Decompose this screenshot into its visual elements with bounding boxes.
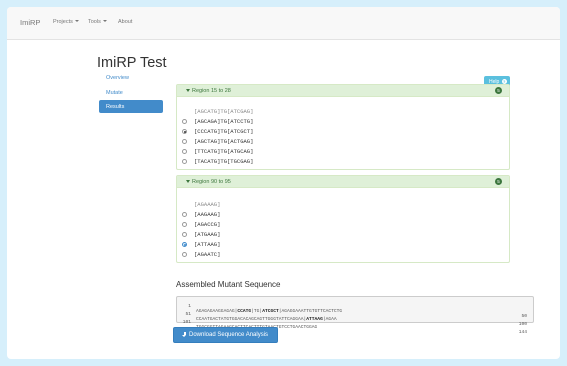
- option-radio[interactable]: [182, 139, 187, 144]
- panel-title-text: Region 90 to 95: [192, 179, 231, 185]
- option-sequence: [AAGAAG]: [194, 211, 221, 218]
- brand-logo[interactable]: ImiRP: [20, 18, 40, 27]
- line-end: 144: [518, 330, 527, 335]
- sidebar-item-results[interactable]: Results: [99, 100, 163, 113]
- app-frame: ImiRP Projects Tools About ImiRP Test Ov…: [7, 7, 560, 359]
- option-radio[interactable]: [182, 129, 187, 134]
- panel-title: Region 15 to 28: [186, 88, 231, 94]
- download-icon: [182, 332, 187, 337]
- panel-title-text: Region 15 to 28: [192, 88, 231, 94]
- panel-header[interactable]: Region 90 to 95 5: [177, 176, 509, 188]
- download-sequence-analysis-button[interactable]: Download Sequence Analysis: [173, 327, 278, 343]
- region-panel: Region 90 to 95 5 [AGAAAG] [AAGAAG] [AGA…: [176, 175, 510, 263]
- option-count-badge: 5: [495, 178, 502, 185]
- option-sequence: [ATGAAG]: [194, 231, 221, 238]
- nav-tools[interactable]: Tools: [88, 19, 107, 25]
- nav-about[interactable]: About: [118, 19, 132, 25]
- option-radio[interactable]: [182, 212, 187, 217]
- option-sequence: [CCCATG]TG[ATCGCT]: [194, 128, 254, 135]
- option-radio[interactable]: [182, 222, 187, 227]
- option-radio[interactable]: [182, 232, 187, 237]
- option-radio[interactable]: [182, 119, 187, 124]
- nav-projects-label: Projects: [53, 19, 73, 25]
- sidebar-item-overview[interactable]: Overview: [99, 71, 163, 84]
- assembled-sequence-title: Assembled Mutant Sequence: [176, 280, 281, 289]
- option-sequence: [AGCAGA]TG[ATCCTG]: [194, 118, 254, 125]
- option-sequence: [AGCTAG]TG[ACTGAG]: [194, 138, 254, 145]
- option-radio[interactable]: [182, 149, 187, 154]
- line-start: 101: [182, 320, 191, 325]
- original-sequence: [AGAAAG]: [194, 201, 221, 208]
- option-radio[interactable]: [182, 252, 187, 257]
- original-sequence: [AGCATG]TG[ATCGAG]: [194, 108, 254, 115]
- chevron-down-icon: [74, 20, 79, 22]
- panel-title: Region 90 to 95: [186, 179, 231, 185]
- page-title: ImiRP Test: [97, 55, 167, 71]
- download-label: Download Sequence Analysis: [189, 332, 269, 338]
- option-sequence: [TTCATG]TG[ATGCAG]: [194, 148, 254, 155]
- option-sequence: [ATTAAG]: [194, 241, 221, 248]
- option-radio[interactable]: [182, 242, 187, 247]
- option-sequence: [AGAATC]: [194, 251, 221, 258]
- nav-tools-label: Tools: [88, 19, 101, 25]
- chevron-down-icon: [102, 20, 107, 22]
- panel-header[interactable]: Region 15 to 28 5: [177, 85, 509, 97]
- option-sequence: [AGACCG]: [194, 221, 221, 228]
- region-panel: Region 15 to 28 5 [AGCATG]TG[ATCGAG] [AG…: [176, 84, 510, 170]
- caret-down-icon: [186, 89, 190, 92]
- assembled-sequence-box: 1 AGAGAGAAGGAGAG|CCATG|TG|ATCGCT|AGAGGAA…: [176, 296, 534, 335]
- option-count-badge: 5: [495, 87, 502, 94]
- option-radio[interactable]: [182, 159, 187, 164]
- sidebar-item-mutate[interactable]: Mutate: [99, 86, 163, 99]
- navbar: ImiRP Projects Tools About: [7, 7, 560, 40]
- nav-projects[interactable]: Projects: [53, 19, 79, 25]
- option-sequence: [TACATG]TG[TGCGAG]: [194, 158, 254, 165]
- caret-down-icon: [186, 180, 190, 183]
